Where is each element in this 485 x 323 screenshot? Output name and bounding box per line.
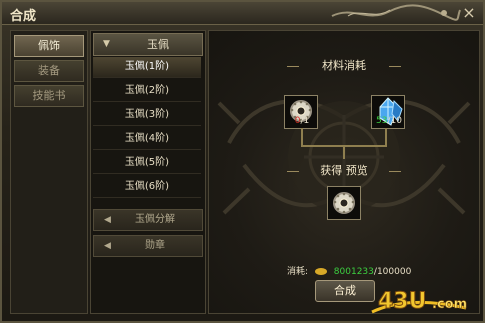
category-tabs: 佩饰 装备 技能书 xyxy=(10,30,88,314)
tab-label: 技能书 xyxy=(32,89,66,102)
list-item[interactable]: 玉佩(2阶) xyxy=(93,81,201,102)
material-slot-1[interactable]: 0/1 xyxy=(284,95,318,129)
tab-equipment[interactable]: 装备 xyxy=(14,60,84,82)
category-header[interactable]: ▼ 玉佩 xyxy=(93,33,203,56)
item-label: 玉佩(5阶) xyxy=(124,157,170,168)
dragon-ornament-icon xyxy=(331,4,461,21)
list-item[interactable]: 玉佩(4阶) xyxy=(93,129,201,150)
cost-row: 消耗: 8001233/100000 xyxy=(287,267,412,277)
cost-label: 消耗: xyxy=(287,267,309,277)
title-bar: 合成 × xyxy=(2,2,483,25)
subcategory-item[interactable]: ◀ 玉佩分解 xyxy=(93,209,203,231)
close-button[interactable]: × xyxy=(460,4,478,22)
gold-coin-icon xyxy=(314,268,327,275)
connector-line xyxy=(385,128,387,146)
preview-title: 获得 预览 xyxy=(320,164,368,177)
connector-line xyxy=(343,145,345,159)
list-item[interactable]: 玉佩(3阶) xyxy=(93,105,201,126)
triangle-left-icon: ◀ xyxy=(104,215,111,225)
compose-panel: 材料消耗 0/1 53/10 获得 预览 消耗: 8001233/100000 … xyxy=(208,30,480,314)
svg-text:.com: .com xyxy=(432,297,467,312)
item-label: 玉佩(3阶) xyxy=(124,109,170,120)
category-header-label: 玉佩 xyxy=(147,38,169,51)
cost-current: 8001233 xyxy=(333,267,374,277)
cost-required: 100000 xyxy=(376,267,412,277)
list-item[interactable]: 玉佩(6阶) xyxy=(93,177,201,198)
item-label: 玉佩(2阶) xyxy=(124,85,170,96)
subcategory-item[interactable]: ◀ 勋章 xyxy=(93,235,203,257)
jade-pendant-icon xyxy=(333,192,355,214)
material-slot-2[interactable]: 53/10 xyxy=(371,95,405,129)
list-item[interactable]: 玉佩(5阶) xyxy=(93,153,201,174)
compose-button[interactable]: 合成 xyxy=(315,280,375,302)
tab-label: 装备 xyxy=(38,64,60,77)
item-list: ▼ 玉佩 玉佩(1阶) 玉佩(2阶) 玉佩(3阶) 玉佩(4阶) 玉佩(5阶) … xyxy=(90,30,206,314)
tab-accessory[interactable]: 佩饰 xyxy=(14,35,84,57)
subcategory-label: 勋章 xyxy=(145,240,165,251)
connector-line xyxy=(301,128,303,146)
item-label: 玉佩(1阶) xyxy=(124,61,170,72)
item-label: 玉佩(6阶) xyxy=(124,181,170,192)
subcategory-label: 玉佩分解 xyxy=(135,214,175,225)
svg-text:43U: 43U xyxy=(378,289,426,314)
material-2-quantity: 53/10 xyxy=(376,116,402,126)
item-label: 玉佩(4阶) xyxy=(124,133,170,144)
material-1-quantity: 0/1 xyxy=(294,116,310,126)
triangle-down-icon: ▼ xyxy=(103,39,110,49)
window-title: 合成 xyxy=(10,9,37,24)
triangle-left-icon: ◀ xyxy=(104,241,111,251)
compose-window: 合成 × 佩饰 装备 技能书 ▼ 玉佩 玉佩(1阶) 玉佩(2阶) 玉佩(3阶)… xyxy=(0,0,485,323)
tab-skillbook[interactable]: 技能书 xyxy=(14,85,84,107)
list-item[interactable]: 玉佩(1阶) xyxy=(93,57,201,78)
materials-title: 材料消耗 xyxy=(322,59,366,72)
result-slot[interactable] xyxy=(327,186,361,220)
tab-label: 佩饰 xyxy=(38,39,60,52)
compose-button-label: 合成 xyxy=(334,284,356,297)
watermark-logo: 43U .com xyxy=(371,289,467,315)
